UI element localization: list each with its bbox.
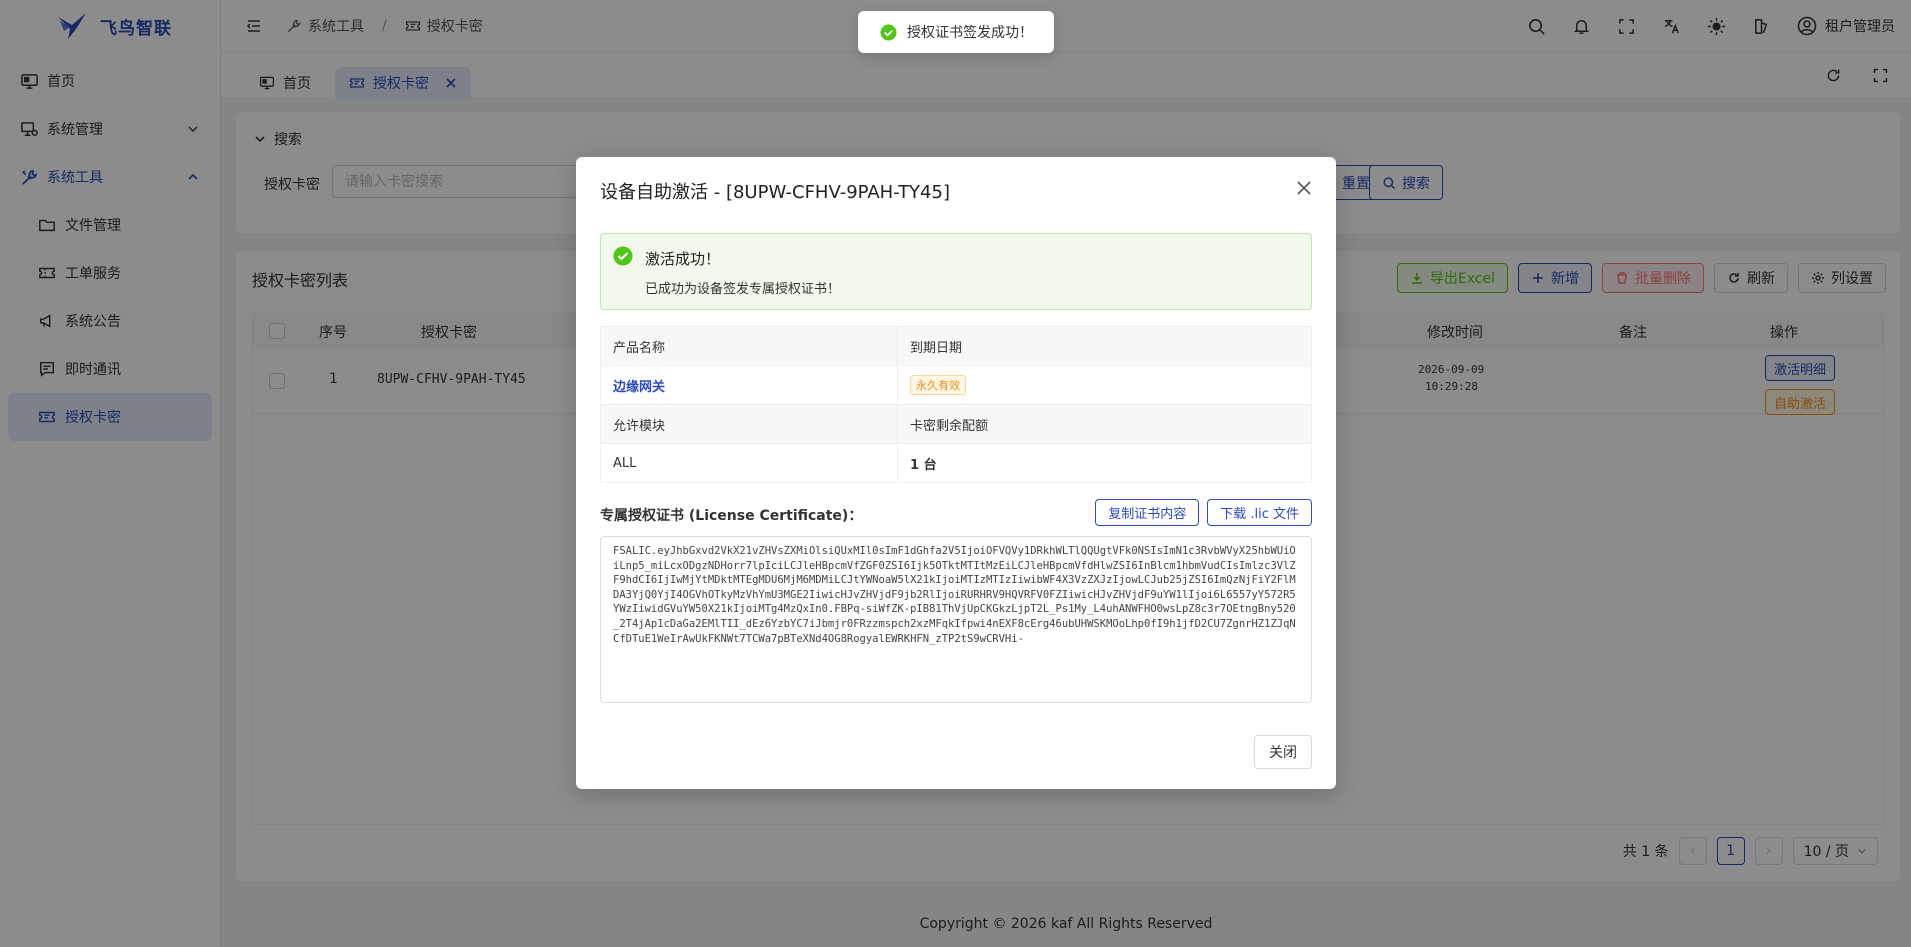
expiry-date-label: 到期日期 — [897, 326, 1312, 366]
close-button[interactable]: 关闭 — [1254, 735, 1312, 769]
certificate-actions: 复制证书内容 下载 .lic 文件 — [1095, 499, 1312, 526]
expiry-badge: 永久有效 — [910, 375, 966, 395]
allowed-modules-label: 允许模块 — [600, 404, 898, 444]
expiry-date-value: 永久有效 — [897, 365, 1312, 405]
remaining-quota-value: 1 台 — [897, 443, 1312, 483]
product-name-label: 产品名称 — [600, 326, 898, 366]
download-label: 下载 .lic 文件 — [1220, 507, 1299, 522]
license-info-table: 产品名称 到期日期 边缘网关 永久有效 允许模块 卡密剩余配额 ALL 1 台 — [600, 326, 1312, 483]
check-circle-icon — [880, 23, 897, 41]
certificate-textarea[interactable]: FSALIC.eyJhbGxvd2VkX21vZHVsZXMiOlsiQUxMI… — [600, 536, 1312, 703]
allowed-modules-value: ALL — [600, 443, 898, 483]
toast-message: 授权证书签发成功！ — [907, 25, 1033, 41]
alert-description: 已成功为设备签发专属授权证书！ — [645, 282, 841, 297]
success-toast: 授权证书签发成功！ — [858, 11, 1054, 53]
download-lic-button[interactable]: 下载 .lic 文件 — [1207, 499, 1312, 526]
close-label: 关闭 — [1269, 745, 1297, 761]
remaining-quota-label: 卡密剩余配额 — [897, 404, 1312, 444]
success-alert: 激活成功！ 已成功为设备签发专属授权证书！ — [600, 233, 1312, 310]
copy-label: 复制证书内容 — [1108, 507, 1187, 522]
close-icon[interactable] — [1296, 180, 1312, 196]
product-name: 边缘网关 — [613, 379, 666, 395]
check-circle-icon — [613, 246, 633, 266]
certificate-label: 专属授权证书 (License Certificate)： — [600, 508, 863, 524]
alert-title: 激活成功！ — [645, 250, 721, 268]
copy-certificate-button[interactable]: 复制证书内容 — [1095, 499, 1200, 526]
activation-dialog: 设备自助激活 - [8UPW-CFHV-9PAH-TY45] 激活成功！ 已成功… — [576, 157, 1336, 789]
dialog-title: 设备自助激活 - [8UPW-CFHV-9PAH-TY45] — [600, 182, 950, 203]
product-name-value: 边缘网关 — [600, 365, 898, 405]
